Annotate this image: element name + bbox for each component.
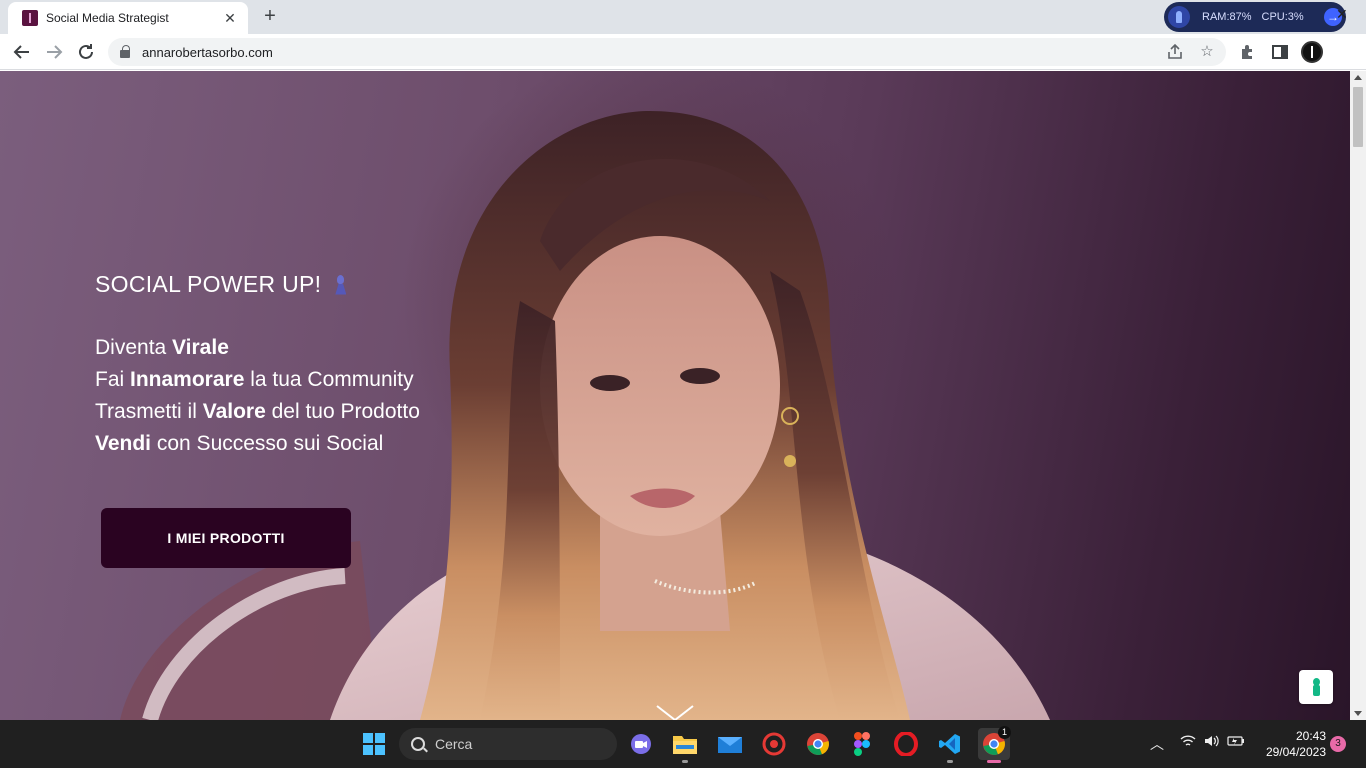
taskbar-app-mail[interactable]: [714, 728, 746, 760]
address-bar[interactable]: annarobertasorbo.com ☆: [108, 38, 1226, 66]
site-favicon-icon: [22, 10, 38, 26]
taskbar-app-file-explorer[interactable]: [669, 728, 701, 763]
taskbar-app-figma[interactable]: [846, 728, 878, 760]
tagline-line: Vendi con Successo sui Social: [95, 432, 384, 455]
cpu-usage: CPU:3%: [1261, 11, 1304, 23]
tab-title: Social Media Strategist: [46, 11, 169, 25]
mail-icon: [718, 737, 742, 753]
ram-usage: RAM:87%: [1202, 11, 1252, 23]
scroll-up-arrow-icon[interactable]: [1354, 75, 1362, 80]
taskbar-app-chrome[interactable]: [802, 728, 834, 760]
tagline-line: Fai Innamorare la tua Community: [95, 368, 414, 391]
notification-badge[interactable]: 3: [1330, 736, 1346, 752]
products-cta-button[interactable]: I MIEI PRODOTTI: [101, 508, 351, 568]
windows-logo-icon: [363, 733, 385, 755]
window-close-button[interactable]: ✕: [1336, 6, 1348, 23]
folder-icon: [673, 736, 697, 754]
reload-icon: [79, 44, 93, 59]
browser-tab[interactable]: Social Media Strategist ✕: [8, 2, 248, 34]
profile-avatar[interactable]: [1301, 41, 1323, 63]
wifi-icon[interactable]: [1180, 734, 1196, 751]
opera-icon: [894, 732, 918, 756]
scroll-down-chevron-icon[interactable]: [655, 704, 695, 720]
hero-heading-text: SOCIAL POWER UP!: [95, 271, 322, 297]
page-scrollbar[interactable]: [1350, 71, 1366, 720]
forward-button[interactable]: [42, 40, 66, 64]
windows-taskbar: Cerca 1 ︿ 20:43 29/04/2023 3: [0, 720, 1366, 768]
taskbar-app-opera[interactable]: [890, 728, 922, 760]
figma-icon: [854, 732, 870, 756]
chrome-icon: [807, 733, 829, 755]
tagline-line: Trasmetti il Valore del tuo Prodotto: [95, 400, 420, 423]
share-icon[interactable]: [1164, 41, 1186, 63]
taskbar-app-chrome-active[interactable]: 1: [978, 726, 1011, 763]
scrollbar-thumb[interactable]: [1353, 87, 1363, 147]
extensions-icon[interactable]: [1236, 40, 1260, 64]
taskbar-app-vscode[interactable]: [934, 728, 966, 763]
hero-heading: SOCIAL POWER UP!: [95, 271, 420, 298]
arrow-right-icon: [47, 45, 63, 59]
volume-icon[interactable]: [1204, 734, 1220, 751]
reload-button[interactable]: [74, 40, 98, 64]
bookmark-star-icon[interactable]: ☆: [1196, 41, 1218, 63]
side-panel-icon[interactable]: [1268, 40, 1292, 64]
page-viewport: SOCIAL POWER UP! Diventa Virale Fai Inna…: [0, 71, 1350, 720]
tab-strip: Social Media Strategist ✕ + RAM:87% CPU:…: [0, 0, 1366, 34]
hero-text-block: SOCIAL POWER UP! Diventa Virale Fai Inna…: [95, 271, 420, 460]
taskbar-app-red[interactable]: [758, 728, 790, 760]
app-badge: 1: [998, 726, 1011, 739]
accessibility-keyhole-button[interactable]: [1299, 670, 1333, 704]
vscode-icon: [939, 734, 960, 754]
new-tab-button[interactable]: +: [258, 6, 282, 28]
search-placeholder: Cerca: [435, 736, 473, 752]
video-camera-icon: [631, 734, 651, 754]
taskbar-app-meet[interactable]: [625, 728, 657, 760]
clock-date: 29/04/2023: [1265, 745, 1326, 759]
keyhole-icon: [1311, 678, 1321, 696]
red-circle-app-icon: [762, 732, 786, 756]
search-icon: [411, 737, 425, 751]
taskbar-search[interactable]: Cerca: [399, 728, 617, 760]
tagline-line: Diventa Virale: [95, 336, 229, 359]
tab-close-icon[interactable]: ✕: [222, 10, 238, 27]
system-monitor-widget[interactable]: RAM:87% CPU:3% →: [1164, 2, 1346, 32]
lock-icon: [120, 45, 130, 58]
arrow-left-icon: [13, 45, 29, 59]
system-clock[interactable]: 20:43 29/04/2023: [1256, 728, 1326, 760]
start-button[interactable]: [358, 728, 390, 760]
back-button[interactable]: [10, 40, 34, 64]
pawn-icon: [335, 274, 345, 295]
browser-toolbar: annarobertasorbo.com ☆: [0, 34, 1366, 70]
hero-tagline-list: Diventa Virale Fai Innamorare la tua Com…: [95, 332, 420, 460]
clock-time: 20:43: [1295, 729, 1326, 743]
rocket-icon: [1168, 6, 1190, 28]
battery-icon[interactable]: [1227, 734, 1245, 751]
tray-overflow-chevron-icon[interactable]: ︿: [1150, 734, 1164, 754]
scroll-down-arrow-icon[interactable]: [1354, 711, 1362, 716]
url-text: annarobertasorbo.com: [142, 44, 273, 60]
